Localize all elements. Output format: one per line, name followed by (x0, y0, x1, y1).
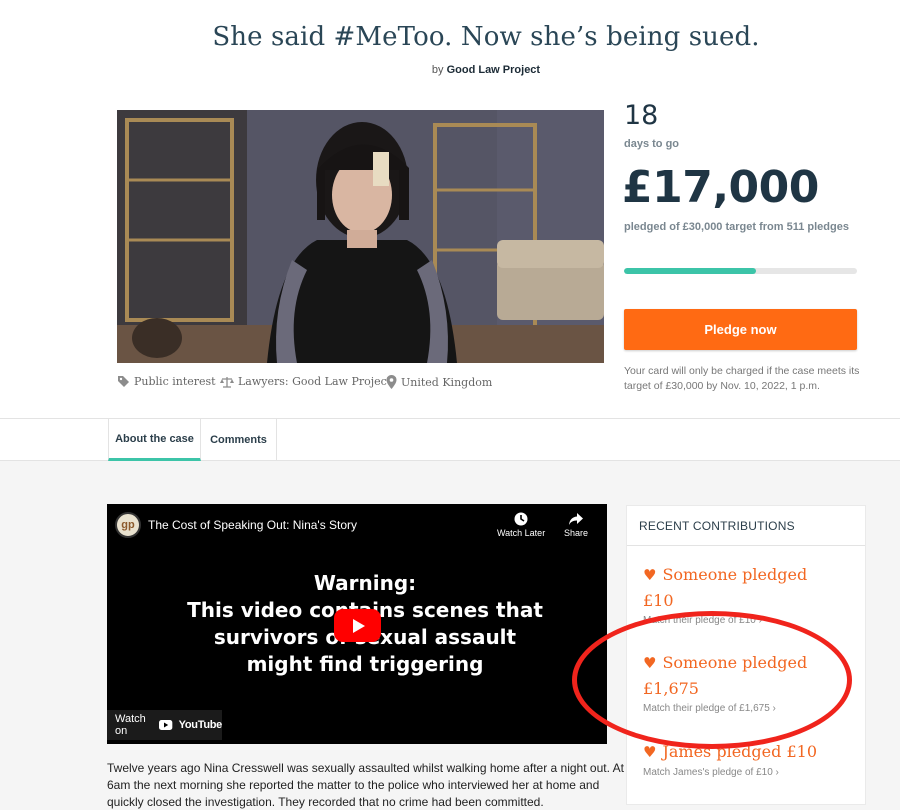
chevron-right-icon: › (775, 767, 779, 778)
contribution-item[interactable]: ♥ Someone pledged £10 Match their pledge … (643, 562, 807, 626)
case-tabs: About the case Comments (0, 418, 900, 461)
match-pledge-link[interactable]: Match their pledge of £10 › (643, 615, 807, 626)
youtube-wordmark: YouTube (178, 719, 223, 731)
share-label: Share (564, 528, 589, 538)
share-button[interactable]: Share (564, 512, 588, 538)
funding-progress-bar (624, 268, 857, 274)
contribution-line-2: £1,675 (643, 679, 699, 698)
days-remaining: 18 (624, 100, 659, 131)
tag-icon (118, 376, 129, 387)
pledge-now-button[interactable]: Pledge now (624, 309, 857, 350)
match-pledge-link[interactable]: Match their pledge of £1,675 › (643, 703, 807, 714)
scales-icon (220, 376, 234, 388)
watch-on-label: Watch on (115, 713, 146, 737)
meta-lawyers-label: Lawyers: Good Law Project (238, 375, 392, 388)
meta-lawyers: Lawyers: Good Law Project (220, 375, 391, 388)
contribution-item[interactable]: ♥ James pledged £10 Match James's pledge … (643, 739, 817, 778)
match-pledge-label: Match their pledge of £1,675 (643, 703, 770, 714)
play-icon (352, 618, 365, 633)
recent-contributions-heading: RECENT CONTRIBUTIONS (627, 506, 865, 546)
contribution-line-2: £10 (643, 591, 674, 610)
location-pin-icon (386, 375, 397, 389)
heart-icon: ♥ (643, 743, 657, 761)
days-remaining-label: days to go (624, 138, 680, 150)
byline: by Good Law Project (0, 64, 900, 76)
pledged-amount: £17,000 (622, 162, 819, 213)
youtube-logo-icon (159, 720, 173, 730)
match-pledge-link[interactable]: Match James's pledge of £10 › (643, 767, 817, 778)
meta-location: United Kingdom (386, 375, 492, 389)
warning-line-1: Warning: (313, 571, 417, 595)
chevron-right-icon: › (758, 615, 762, 626)
byline-prefix: by (431, 64, 444, 76)
watch-later-label: Watch Later (497, 528, 546, 538)
hero-image (117, 110, 604, 363)
heart-icon: ♥ (643, 566, 657, 584)
meta-location-label: United Kingdom (401, 375, 493, 389)
byline-org-link[interactable]: Good Law Project (447, 64, 541, 76)
heart-icon: ♥ (643, 654, 657, 672)
meta-category-label: Public interest (134, 375, 216, 388)
share-icon (569, 513, 584, 525)
contribution-item[interactable]: ♥ Someone pledged £1,675 Match their pled… (643, 650, 807, 714)
warning-line-4: might find triggering (246, 652, 484, 676)
match-pledge-label: Match their pledge of £10 (643, 615, 756, 626)
match-pledge-label: Match James's pledge of £10 (643, 767, 773, 778)
contribution-line-1: Someone pledged (662, 653, 808, 672)
tab-about-the-case[interactable]: About the case (108, 419, 201, 461)
play-button[interactable] (334, 609, 381, 642)
contribution-line-1: James pledged £10 (662, 742, 817, 761)
contribution-line-1: Someone pledged (662, 565, 808, 584)
chevron-right-icon: › (772, 703, 776, 714)
case-story-text: Twelve years ago Nina Cresswell was sexu… (107, 761, 624, 809)
meta-category: Public interest (117, 375, 216, 388)
recent-contributions-panel: RECENT CONTRIBUTIONS ♥ Someone pledged £1… (626, 505, 866, 805)
tab-comments[interactable]: Comments (201, 419, 277, 461)
card-charge-note: Your card will only be charged if the ca… (624, 365, 860, 392)
video-player[interactable]: gp The Cost of Speaking Out: Nina's Stor… (107, 504, 607, 744)
watch-on-youtube-button[interactable]: Watch on YouTube (107, 710, 222, 740)
funding-progress-fill (624, 268, 757, 274)
page-title: She said #MeToo. Now she’s being sued. (212, 22, 760, 52)
video-title[interactable]: The Cost of Speaking Out: Nina's Story (148, 518, 357, 532)
watch-later-button[interactable]: Watch Later (497, 512, 545, 538)
clock-icon (514, 512, 528, 526)
channel-logo[interactable]: gp (115, 512, 141, 538)
pledged-amount-label: pledged of £30,000 target from 511 pledg… (624, 221, 849, 233)
